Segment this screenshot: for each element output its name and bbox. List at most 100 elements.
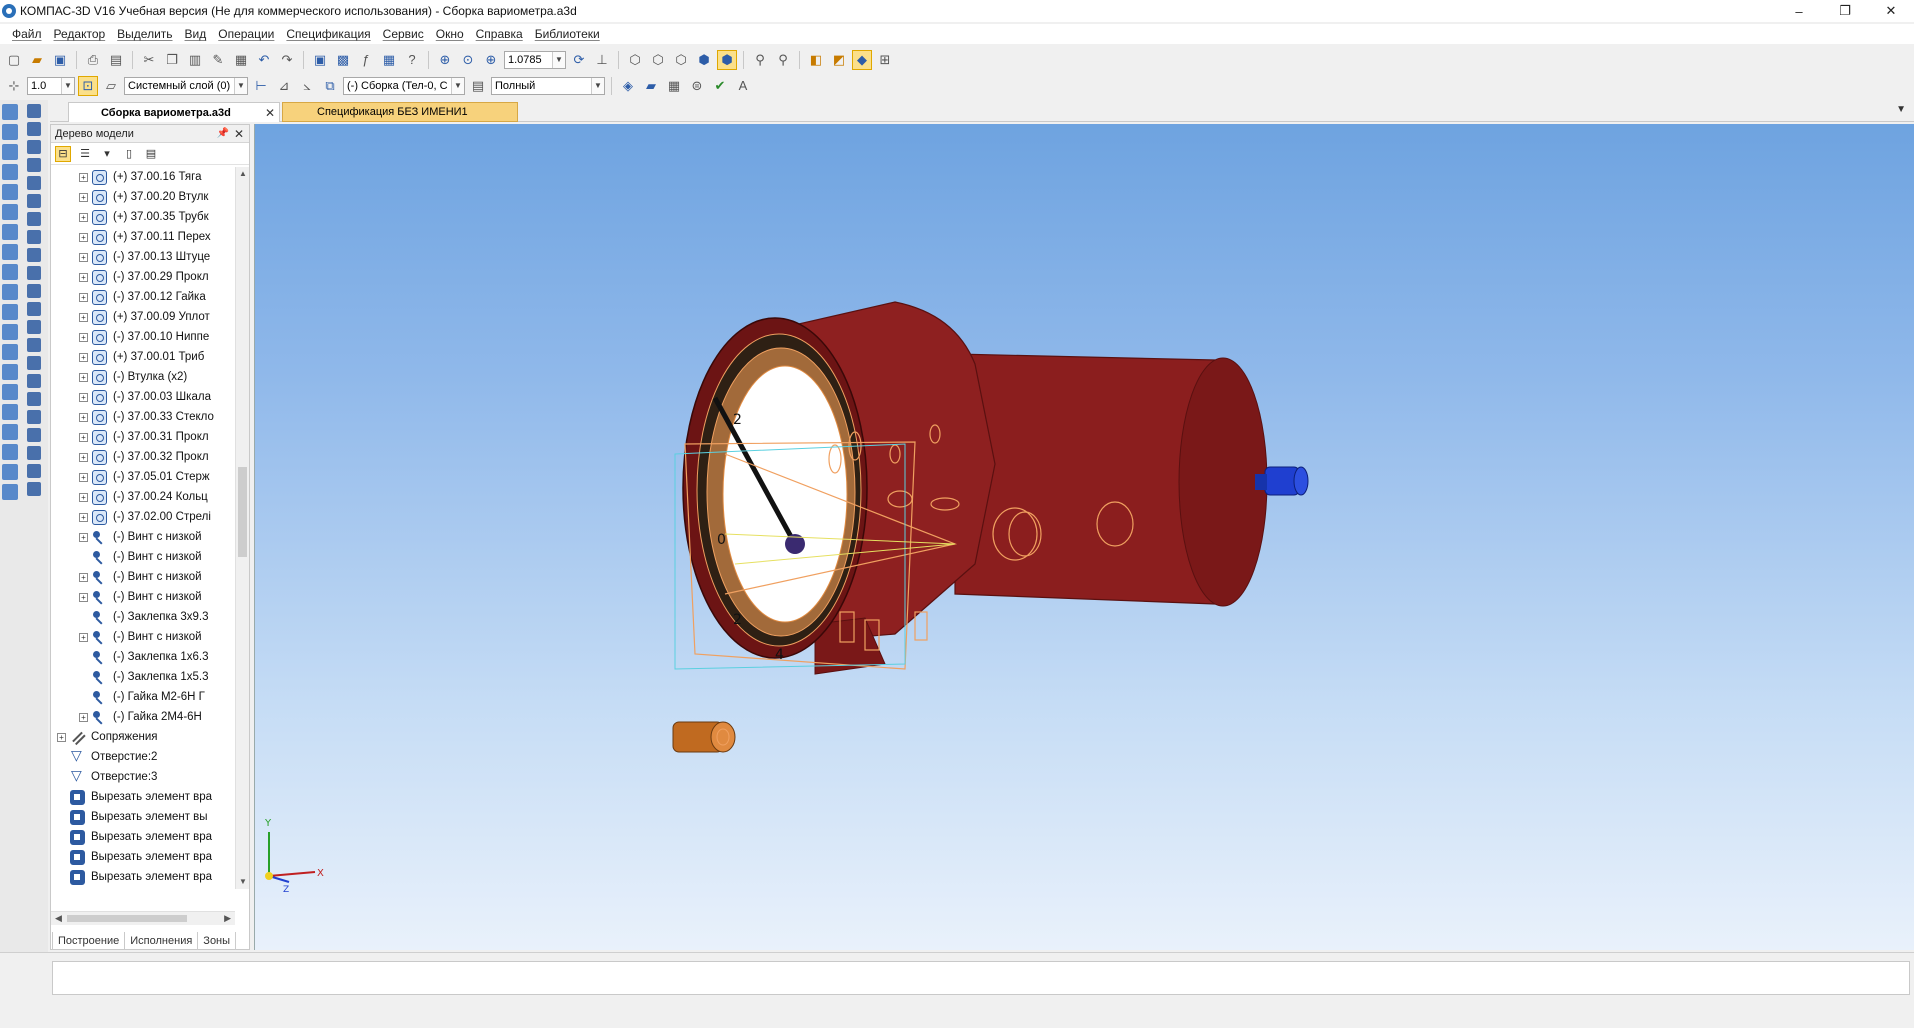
add-component-icon[interactable] xyxy=(27,104,41,118)
markup-icon[interactable] xyxy=(2,344,18,360)
expand-icon[interactable]: + xyxy=(79,352,88,362)
green-check-icon[interactable]: ✔ xyxy=(710,76,730,96)
weld-icon[interactable] xyxy=(2,424,18,440)
tree-item[interactable]: + (-) Винт с низкой xyxy=(51,567,235,587)
pipes-icon[interactable] xyxy=(2,384,18,400)
close-icon[interactable]: ✕ xyxy=(234,127,244,141)
tab-assembly[interactable]: Сборка вариометра.a3d ✕ xyxy=(68,102,280,122)
pattern-icon[interactable] xyxy=(27,410,41,424)
tree-item[interactable]: + (+) 37.00.11 Перех xyxy=(51,227,235,247)
expand-icon[interactable]: + xyxy=(79,492,88,502)
menu-help[interactable]: Справка xyxy=(470,27,529,41)
help-pointer-icon[interactable]: ? xyxy=(402,50,422,70)
copy-icon[interactable]: ❐ xyxy=(162,50,182,70)
tree-item[interactable]: + (-) 37.02.00 Стрелі xyxy=(51,507,235,527)
tree-structure-icon[interactable]: ⊟ xyxy=(55,145,71,162)
spatial-curves-icon[interactable] xyxy=(2,124,18,140)
tree-item[interactable]: + (+) 37.00.16 Тяга xyxy=(51,167,235,187)
cube-icon[interactable]: ◧ xyxy=(806,50,826,70)
expand-icon[interactable]: + xyxy=(79,412,88,422)
revolve-icon[interactable] xyxy=(27,176,41,190)
move-component-icon[interactable] xyxy=(27,428,41,442)
model-viewport[interactable]: 2 0 2 4 Y X Z xyxy=(254,124,1914,950)
tree-item[interactable]: + Сопряжения xyxy=(51,727,235,747)
tree-page-icon[interactable]: ▯ xyxy=(121,146,137,162)
tree-item[interactable]: + (+) 37.00.01 Триб xyxy=(51,347,235,367)
library-icon[interactable]: ▦ xyxy=(664,76,684,96)
mates-icon[interactable] xyxy=(2,204,18,220)
chevron-down-icon[interactable]: ▼ xyxy=(61,77,74,94)
tree-item[interactable]: + (+) 37.00.35 Трубк xyxy=(51,207,235,227)
halftone-edges-icon[interactable]: ⬢ xyxy=(717,49,737,70)
scroll-up-icon[interactable]: ▲ xyxy=(236,167,250,181)
expand-icon[interactable]: + xyxy=(79,712,88,722)
menu-service[interactable]: Сервис xyxy=(377,27,430,41)
library-manager-icon[interactable]: ▦ xyxy=(379,50,399,70)
expand-icon[interactable]: + xyxy=(79,232,88,242)
new-file-icon[interactable]: ▢ xyxy=(4,50,24,70)
tree-sort-icon[interactable]: ▾ xyxy=(99,146,115,162)
menu-view[interactable]: Вид xyxy=(179,27,213,41)
redo-icon[interactable]: ↷ xyxy=(277,50,297,70)
menu-editor[interactable]: Редактор xyxy=(48,27,112,41)
zoom-fit-icon[interactable]: ⊙ xyxy=(458,50,478,70)
orient-icon[interactable]: ⦣ xyxy=(297,76,317,96)
chevron-down-icon[interactable]: ▼ xyxy=(591,77,604,94)
snap-icon[interactable]: ⊡ xyxy=(78,75,98,96)
tab-specification[interactable]: Спецификация БЕЗ ИМЕНИ1 xyxy=(282,102,518,122)
tree-item[interactable]: + (-) 37.00.10 Ниппе xyxy=(51,327,235,347)
tree-list-icon[interactable]: ▤ xyxy=(143,146,159,162)
expand-icon[interactable]: + xyxy=(79,252,88,262)
shell-icon[interactable] xyxy=(27,320,41,334)
section-icon[interactable] xyxy=(27,356,41,370)
manager-icon[interactable]: ▣ xyxy=(310,50,330,70)
tree-item[interactable]: + (-) 37.00.03 Шкала xyxy=(51,387,235,407)
assembly-3d-model[interactable]: 2 0 2 4 Y X Z xyxy=(255,124,1914,950)
rotate-component-icon[interactable] xyxy=(27,446,41,460)
constraint-icon[interactable]: ⊜ xyxy=(687,76,707,96)
tree-item[interactable]: (-) Винт с низкой xyxy=(51,547,235,567)
tab-construction[interactable]: Построение xyxy=(52,932,126,950)
chevron-down-icon[interactable]: ▼ xyxy=(234,77,247,94)
close-button[interactable]: ✕ xyxy=(1868,0,1914,22)
expand-icon[interactable]: + xyxy=(79,192,88,202)
zoom-scale-icon[interactable]: ⊕ xyxy=(481,50,501,70)
tree-item[interactable]: + (-) 37.00.12 Гайка xyxy=(51,287,235,307)
thin-lines-icon[interactable]: ⬡ xyxy=(671,50,691,70)
filter-icon[interactable]: ⚲ xyxy=(750,50,770,70)
orientation-icon[interactable]: ⊥ xyxy=(592,50,612,70)
diagnostics-icon[interactable] xyxy=(2,224,18,240)
assembly-icon[interactable]: ⧉ xyxy=(320,76,340,96)
variables-icon[interactable]: ▩ xyxy=(333,50,353,70)
minimize-button[interactable]: – xyxy=(1776,0,1822,22)
create-part-icon[interactable] xyxy=(27,122,41,136)
properties-icon[interactable]: ▦ xyxy=(231,50,251,70)
hidden-lines-icon[interactable]: ⬡ xyxy=(648,50,668,70)
measure-icon[interactable] xyxy=(2,244,18,260)
specification-icon[interactable] xyxy=(2,304,18,320)
elements-icon[interactable] xyxy=(2,364,18,380)
tree-item[interactable]: (-) Заклепка 3x9.3 xyxy=(51,607,235,627)
perspective-icon[interactable]: ⊞ xyxy=(875,50,895,70)
expand-icon[interactable]: + xyxy=(79,392,88,402)
expand-icon[interactable]: + xyxy=(79,592,88,602)
collision-icon[interactable] xyxy=(27,464,41,478)
function-icon[interactable]: ƒ xyxy=(356,50,376,70)
tree-item[interactable]: + (+) 37.00.20 Втулк xyxy=(51,187,235,207)
render-mode-select[interactable]: Полный ▼ xyxy=(491,76,605,95)
tree-item[interactable]: + (-) Винт с низкой xyxy=(51,527,235,547)
expand-icon[interactable]: + xyxy=(57,732,66,742)
tabs-dropdown-icon[interactable]: ▼ xyxy=(1896,104,1906,115)
tree-item[interactable]: Отверстие:2 xyxy=(51,747,235,767)
scroll-left-icon[interactable]: ◀ xyxy=(55,913,62,924)
layer-select[interactable]: Системный слой (0) ▼ xyxy=(124,76,248,95)
tree-item[interactable]: Вырезать элемент вра xyxy=(51,867,235,887)
open-folder-icon[interactable]: ▰ xyxy=(27,50,47,70)
menu-file[interactable]: Файл xyxy=(6,27,48,41)
extrude-icon[interactable] xyxy=(27,158,41,172)
local-cs-icon[interactable]: ⊿ xyxy=(274,76,294,96)
tree-item[interactable]: + (-) 37.00.13 Штуце xyxy=(51,247,235,267)
mold-icon[interactable] xyxy=(2,464,18,480)
sketch-icon[interactable] xyxy=(27,140,41,154)
hole-tool-icon[interactable] xyxy=(27,266,41,280)
